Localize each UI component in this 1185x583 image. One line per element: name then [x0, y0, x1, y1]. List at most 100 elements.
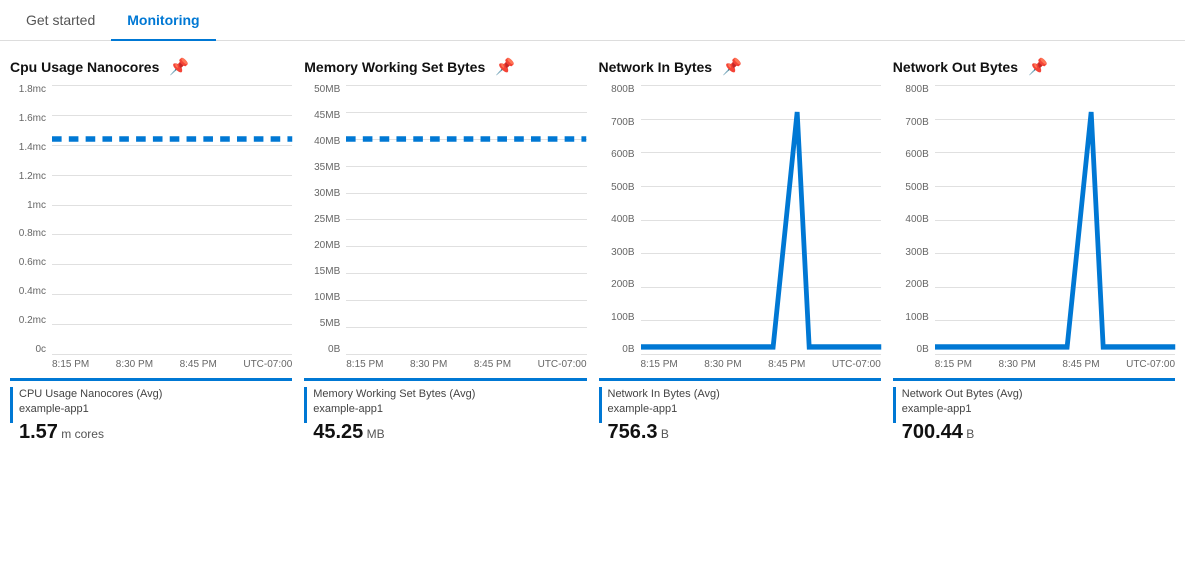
- chart-legend-network-in: Network In Bytes (Avg)example-app1756.3 …: [599, 378, 881, 446]
- pin-icon-network-out[interactable]: 📌: [1028, 57, 1048, 77]
- y-label: 40MB: [314, 137, 340, 147]
- y-label: 45MB: [314, 111, 340, 121]
- x-label: 8:45 PM: [768, 359, 805, 370]
- legend-label: CPU Usage Nanocores (Avg): [19, 387, 162, 402]
- y-label: 1.8mc: [19, 85, 46, 95]
- chart-inner-network-out: 800B 700B 600B 500B 400B 300B 200B 100B 0B: [893, 85, 1175, 355]
- chart-inner-network-in: 800B700B600B500B400B300B200B100B0B: [599, 85, 881, 355]
- y-label: 400B: [611, 215, 634, 225]
- y-axis-memory: 50MB45MB40MB35MB30MB25MB20MB15MB10MB5MB0…: [304, 85, 346, 355]
- chart-title-network-out: Network Out Bytes: [893, 59, 1018, 75]
- legend-text: Network Out Bytes (Avg)example-app1700.4…: [902, 387, 1023, 446]
- legend-text: Memory Working Set Bytes (Avg)example-ap…: [313, 387, 475, 446]
- y-label: 20MB: [314, 241, 340, 251]
- x-axis-network-out: 8:15 PM8:30 PM8:45 PMUTC-07:00: [893, 359, 1175, 370]
- legend-sub: example-app1: [313, 402, 475, 417]
- x-label: 8:30 PM: [999, 359, 1036, 370]
- y-label: 700B: [905, 118, 928, 128]
- chart-header-network-out: Network Out Bytes 📌: [893, 57, 1175, 77]
- y-axis-network-in: 800B700B600B500B400B300B200B100B0B: [599, 85, 641, 355]
- y-label: 800B: [905, 85, 928, 95]
- chart-plot-cpu: [52, 85, 292, 355]
- y-label: 10MB: [314, 293, 340, 303]
- legend-bar: [304, 387, 307, 423]
- y-label: 300B: [905, 248, 928, 258]
- y-label: 400B: [905, 215, 928, 225]
- x-label: 8:15 PM: [641, 359, 678, 370]
- legend-unit: m cores: [58, 427, 104, 441]
- y-axis-network-out: 800B 700B 600B 500B 400B 300B 200B 100B 0B: [893, 85, 935, 355]
- y-label: 15MB: [314, 267, 340, 277]
- y-label: 30MB: [314, 189, 340, 199]
- chart-panel-network-in: Network In Bytes📌800B700B600B500B400B300…: [599, 57, 881, 446]
- x-label: 8:30 PM: [704, 359, 741, 370]
- legend-value-line: 756.3 B: [608, 418, 720, 446]
- x-label: 8:30 PM: [116, 359, 153, 370]
- tab-monitoring[interactable]: Monitoring: [111, 0, 215, 40]
- y-label: 0B: [622, 345, 634, 355]
- legend-value-line: 700.44 B: [902, 418, 1023, 446]
- y-label: 600B: [905, 150, 928, 160]
- y-label: 100B: [611, 313, 634, 323]
- legend-label: Network In Bytes (Avg): [608, 387, 720, 402]
- legend-label: Network Out Bytes (Avg): [902, 387, 1023, 402]
- y-label: 0.4mc: [19, 287, 46, 297]
- pin-icon-memory[interactable]: 📌: [495, 57, 515, 77]
- y-label: 0B: [917, 345, 929, 355]
- chart-title-network-in: Network In Bytes: [599, 59, 713, 75]
- x-label: UTC-07:00: [832, 359, 881, 370]
- legend-label: Memory Working Set Bytes (Avg): [313, 387, 475, 402]
- chart-title-cpu: Cpu Usage Nanocores: [10, 59, 159, 75]
- chart-legend-network-out: Network Out Bytes (Avg)example-app1700.4…: [893, 378, 1175, 446]
- chart-plot-network-out: [935, 85, 1175, 355]
- legend-value: 700.44: [902, 421, 963, 443]
- x-axis-network-in: 8:15 PM 8:30 PM 8:45 PM UTC-07:00: [599, 359, 881, 370]
- tabs-bar: Get startedMonitoring: [0, 0, 1185, 41]
- chart-inner-cpu: 1.8mc1.6mc1.4mc1.2mc1mc0.8mc0.6mc0.4mc0.…: [10, 85, 292, 355]
- x-label: UTC-07:00: [538, 359, 587, 370]
- y-label: 600B: [611, 150, 634, 160]
- legend-bar: [893, 387, 896, 423]
- x-label: 8:15 PM: [346, 359, 383, 370]
- chart-legend-memory: Memory Working Set Bytes (Avg)example-ap…: [304, 378, 586, 446]
- y-label: 0.6mc: [19, 258, 46, 268]
- chart-panel-memory: Memory Working Set Bytes📌50MB45MB40MB35M…: [304, 57, 586, 446]
- y-label: 1mc: [27, 201, 46, 211]
- legend-bar: [10, 387, 13, 423]
- y-label: 0B: [328, 345, 340, 355]
- x-axis-memory: 8:15 PM8:30 PM8:45 PMUTC-07:00: [304, 359, 586, 370]
- legend-value-line: 1.57 m cores: [19, 418, 162, 446]
- y-axis-cpu: 1.8mc1.6mc1.4mc1.2mc1mc0.8mc0.6mc0.4mc0.…: [10, 85, 52, 355]
- chart-header-cpu: Cpu Usage Nanocores 📌: [10, 57, 292, 77]
- pin-icon-cpu[interactable]: 📌: [169, 57, 189, 77]
- legend-text: Network In Bytes (Avg)example-app1756.3 …: [608, 387, 720, 446]
- y-label: 800B: [611, 85, 634, 95]
- legend-value: 45.25: [313, 421, 363, 443]
- y-label: 35MB: [314, 163, 340, 173]
- y-label: 1.4mc: [19, 143, 46, 153]
- chart-header-network-in: Network In Bytes 📌: [599, 57, 881, 77]
- y-label: 50MB: [314, 85, 340, 95]
- y-label: 700B: [611, 118, 634, 128]
- y-label: 5MB: [320, 319, 341, 329]
- chart-plot-network-in: [641, 85, 881, 355]
- y-label: 200B: [905, 280, 928, 290]
- legend-unit: MB: [363, 427, 384, 441]
- legend-unit: B: [963, 427, 974, 441]
- y-label: 0.2mc: [19, 316, 46, 326]
- y-label: 500B: [905, 183, 928, 193]
- x-label: 8:15 PM: [52, 359, 89, 370]
- y-label: 1.2mc: [19, 172, 46, 182]
- y-label: 500B: [611, 183, 634, 193]
- x-label: UTC-07:00: [1126, 359, 1175, 370]
- legend-sub: example-app1: [902, 402, 1023, 417]
- x-axis-cpu: 8:15 PM8:30 PM8:45 PMUTC-07:00: [10, 359, 292, 370]
- pin-icon-network-in[interactable]: 📌: [722, 57, 742, 77]
- y-label: 0.8mc: [19, 229, 46, 239]
- legend-bar: [599, 387, 602, 423]
- x-label: 8:45 PM: [180, 359, 217, 370]
- charts-container: Cpu Usage Nanocores📌1.8mc1.6mc1.4mc1.2mc…: [0, 41, 1185, 462]
- chart-legend-cpu: CPU Usage Nanocores (Avg)example-app11.5…: [10, 378, 292, 446]
- y-label: 100B: [905, 313, 928, 323]
- tab-get-started[interactable]: Get started: [10, 0, 111, 40]
